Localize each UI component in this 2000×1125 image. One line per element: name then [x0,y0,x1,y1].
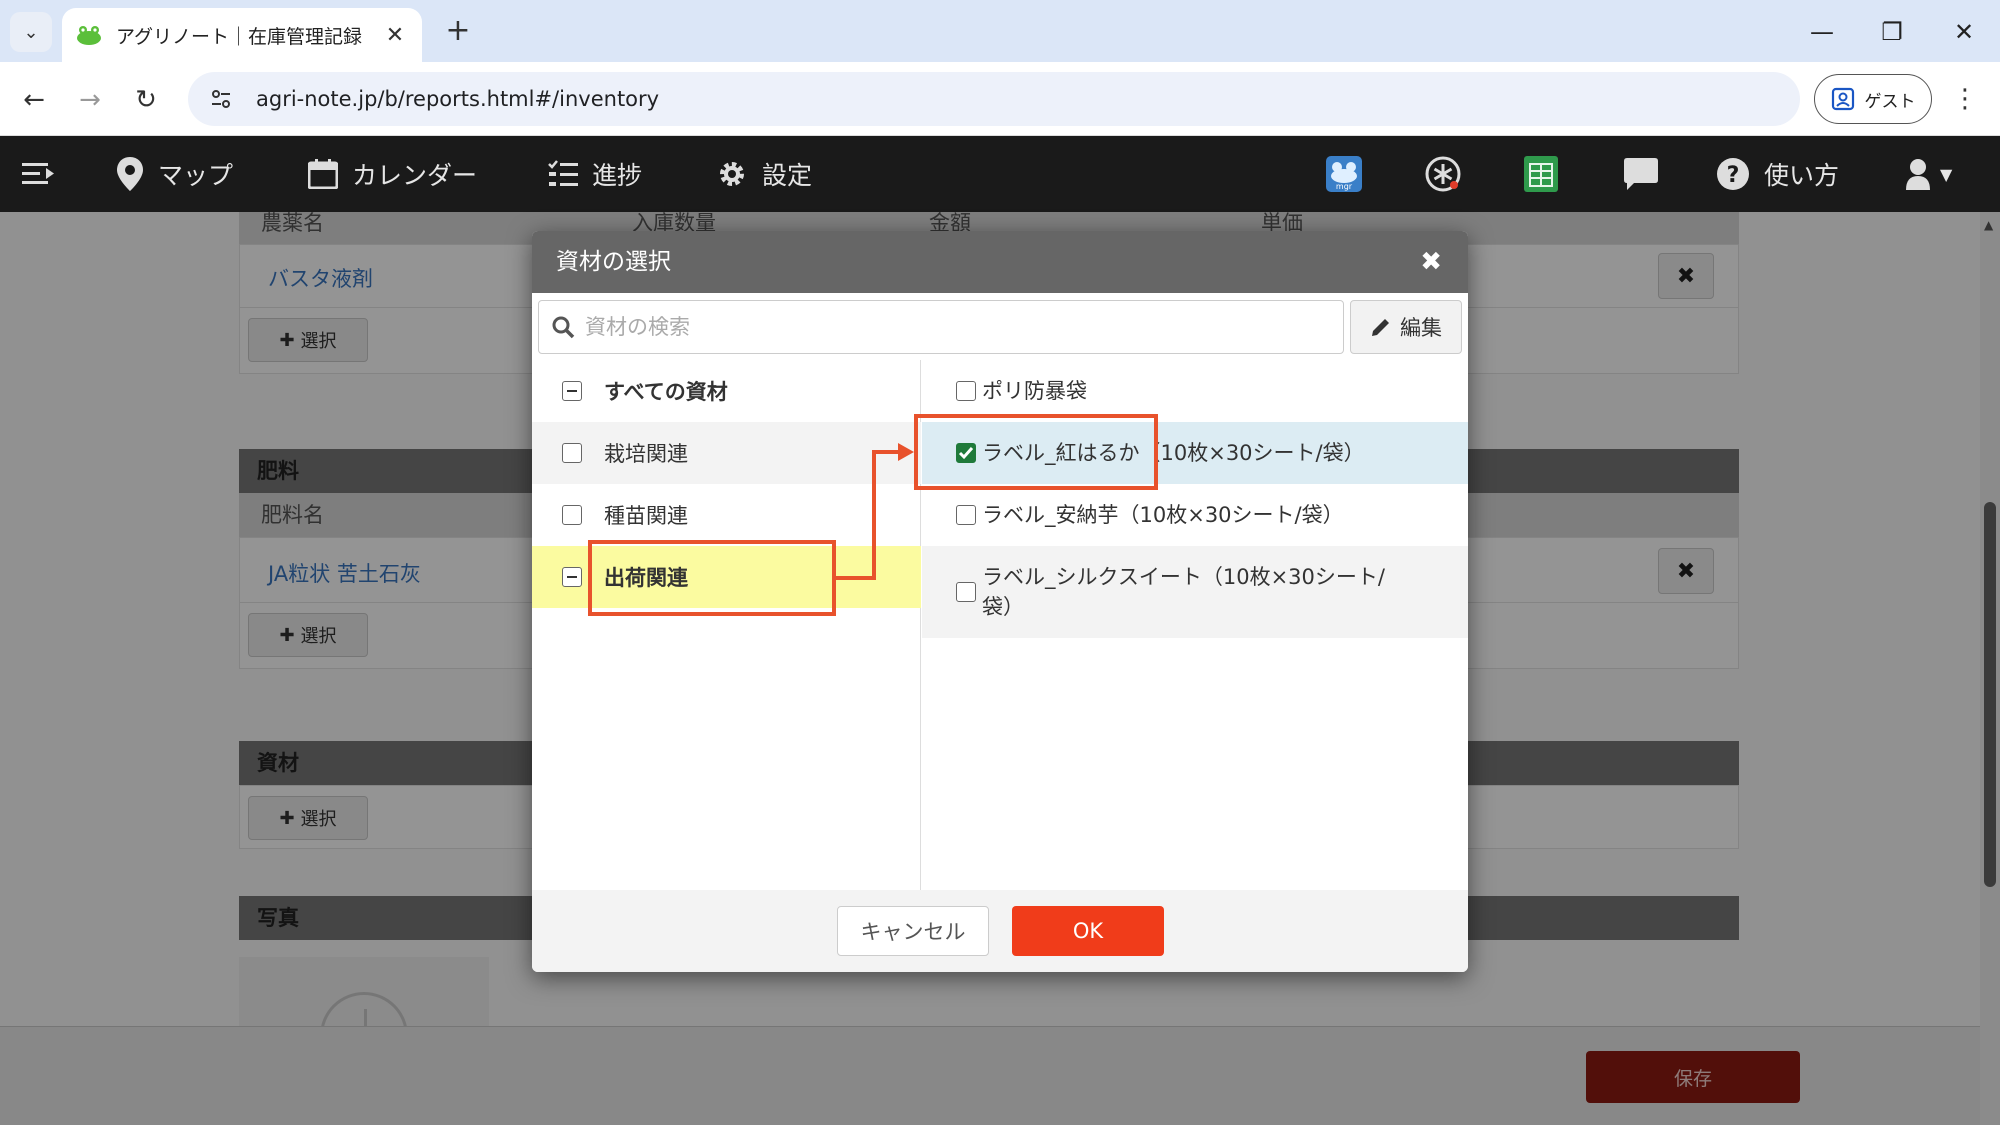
highlight-selected-material [914,414,1158,490]
frog-mgr-icon: mgr [1326,156,1362,192]
category-item-all[interactable]: すべての資材 [532,360,921,422]
frog-favicon-icon [77,26,101,45]
browser-tab-active[interactable]: アグリノート｜在庫管理記録 ✕ [62,8,422,62]
cancel-button[interactable]: キャンセル [837,906,989,956]
material-label: ポリ防暴袋 [982,379,1087,403]
chat-button[interactable] [1624,136,1658,212]
nav-calendar-label: カレンダー [352,161,478,190]
nav-progress-label: 進捗 [592,161,643,190]
tab-close-icon[interactable]: ✕ [382,23,408,48]
dialog-footer [532,890,1468,972]
address-bar: ← → ↻ agri-note.jp/b/reports.html#/inven… [0,62,2000,136]
material-item[interactable]: ラベル_安納芋（10枚×30シート/袋） [922,484,1468,546]
reload-icon[interactable]: ↻ [126,80,166,120]
calendar-icon [308,159,338,189]
dialog-title: 資材の選択 [556,249,671,275]
tab-title: アグリノート｜在庫管理記録 [116,25,363,48]
material-checkbox[interactable] [956,381,976,401]
svg-text:mgr: mgr [1336,182,1353,191]
caret-down-icon: ▼ [1940,164,1953,184]
category-checkbox[interactable] [562,567,582,587]
material-search-box[interactable] [538,300,1344,354]
restore-icon[interactable]: ❐ [1872,14,1912,50]
forward-arrow-icon[interactable]: → [70,80,110,120]
url-text: agri-note.jp/b/reports.html#/inventory [256,87,660,111]
url-omnibox[interactable]: agri-note.jp/b/reports.html#/inventory [188,72,1800,126]
material-checkbox[interactable] [956,505,976,525]
material-item[interactable]: ポリ防暴袋 [922,360,1468,422]
back-arrow-icon[interactable]: ← [14,80,54,120]
gear-icon [720,162,744,186]
sidebar-toggle-button[interactable] [22,136,56,212]
dialog-header: 資材の選択 [532,231,1468,293]
notification-app-button[interactable] [1424,136,1462,212]
guest-label: ゲスト [1864,91,1916,112]
nav-help-label: 使い方 [1764,161,1840,190]
category-label: 栽培関連 [604,442,688,466]
nav-map-label: マップ [158,161,234,190]
category-list: すべての資材 栽培関連 種苗関連 出荷関連 [532,360,921,890]
pencil-icon [1372,319,1389,336]
user-menu-button[interactable]: ▼ [1906,136,1952,212]
window-close-icon[interactable]: ✕ [1944,14,1984,50]
browser-tabstrip: ⌄ アグリノート｜在庫管理記録 ✕ + — ❐ ✕ [0,0,2000,62]
nav-map[interactable]: マップ [116,136,233,212]
edit-button[interactable]: 編集 [1350,300,1462,354]
nav-settings[interactable]: 設定 [716,136,812,212]
task-list-icon [548,160,578,186]
map-pin-icon [117,157,143,191]
material-label: ラベル_シルクスイート（10枚×30シート/袋） [982,565,1385,619]
mgr-app-button[interactable]: mgr [1326,136,1362,212]
category-checkbox[interactable] [562,381,582,401]
profile-icon [1831,87,1854,111]
category-label: すべての資材 [604,380,728,404]
material-item[interactable]: ラベル_シルクスイート（10枚×30シート/袋） [922,546,1468,638]
chat-bubble-icon [1624,158,1658,190]
site-settings-icon[interactable] [206,84,236,114]
nav-settings-label: 設定 [762,161,813,190]
category-label: 種苗関連 [604,504,688,528]
nav-calendar[interactable]: カレンダー [308,136,477,212]
asterisk-badge-icon [1425,156,1461,192]
spreadsheet-app-button[interactable] [1524,136,1558,212]
material-search-input[interactable] [585,315,1285,339]
chevron-down-icon: ⌄ [23,21,39,43]
category-checkbox[interactable] [562,443,582,463]
guest-profile-button[interactable]: ゲスト [1814,74,1932,124]
help-circle-icon: ? [1717,158,1749,190]
nav-help[interactable]: ? 使い方 [1716,136,1839,212]
search-icon [552,316,575,339]
new-tab-button[interactable]: + [440,14,476,50]
svg-text:?: ? [1727,163,1740,188]
edit-label: 編集 [1400,316,1442,340]
spreadsheet-icon [1524,156,1558,192]
ok-button[interactable]: OK [1012,906,1164,956]
category-checkbox[interactable] [562,505,582,525]
menu-collapse-icon [22,163,54,184]
material-label: ラベル_安納芋（10枚×30シート/袋） [982,503,1344,527]
dialog-close-icon[interactable]: ✖ [1420,231,1442,293]
category-item-cultivation[interactable]: 栽培関連 [532,422,921,484]
category-item-seedlings[interactable]: 種苗関連 [532,484,921,546]
browser-menu-icon[interactable]: ⋮ [1950,78,1980,120]
highlight-shipping-category [588,540,836,616]
app-navbar: マップ カレンダー 進捗 設定 mgr ? 使い方 ▼ [0,136,2000,212]
minimize-icon[interactable]: — [1802,14,1842,50]
user-icon [1906,159,1930,190]
nav-progress[interactable]: 進捗 [548,136,642,212]
material-checkbox[interactable] [956,582,976,602]
tab-search-button[interactable]: ⌄ [10,12,52,52]
